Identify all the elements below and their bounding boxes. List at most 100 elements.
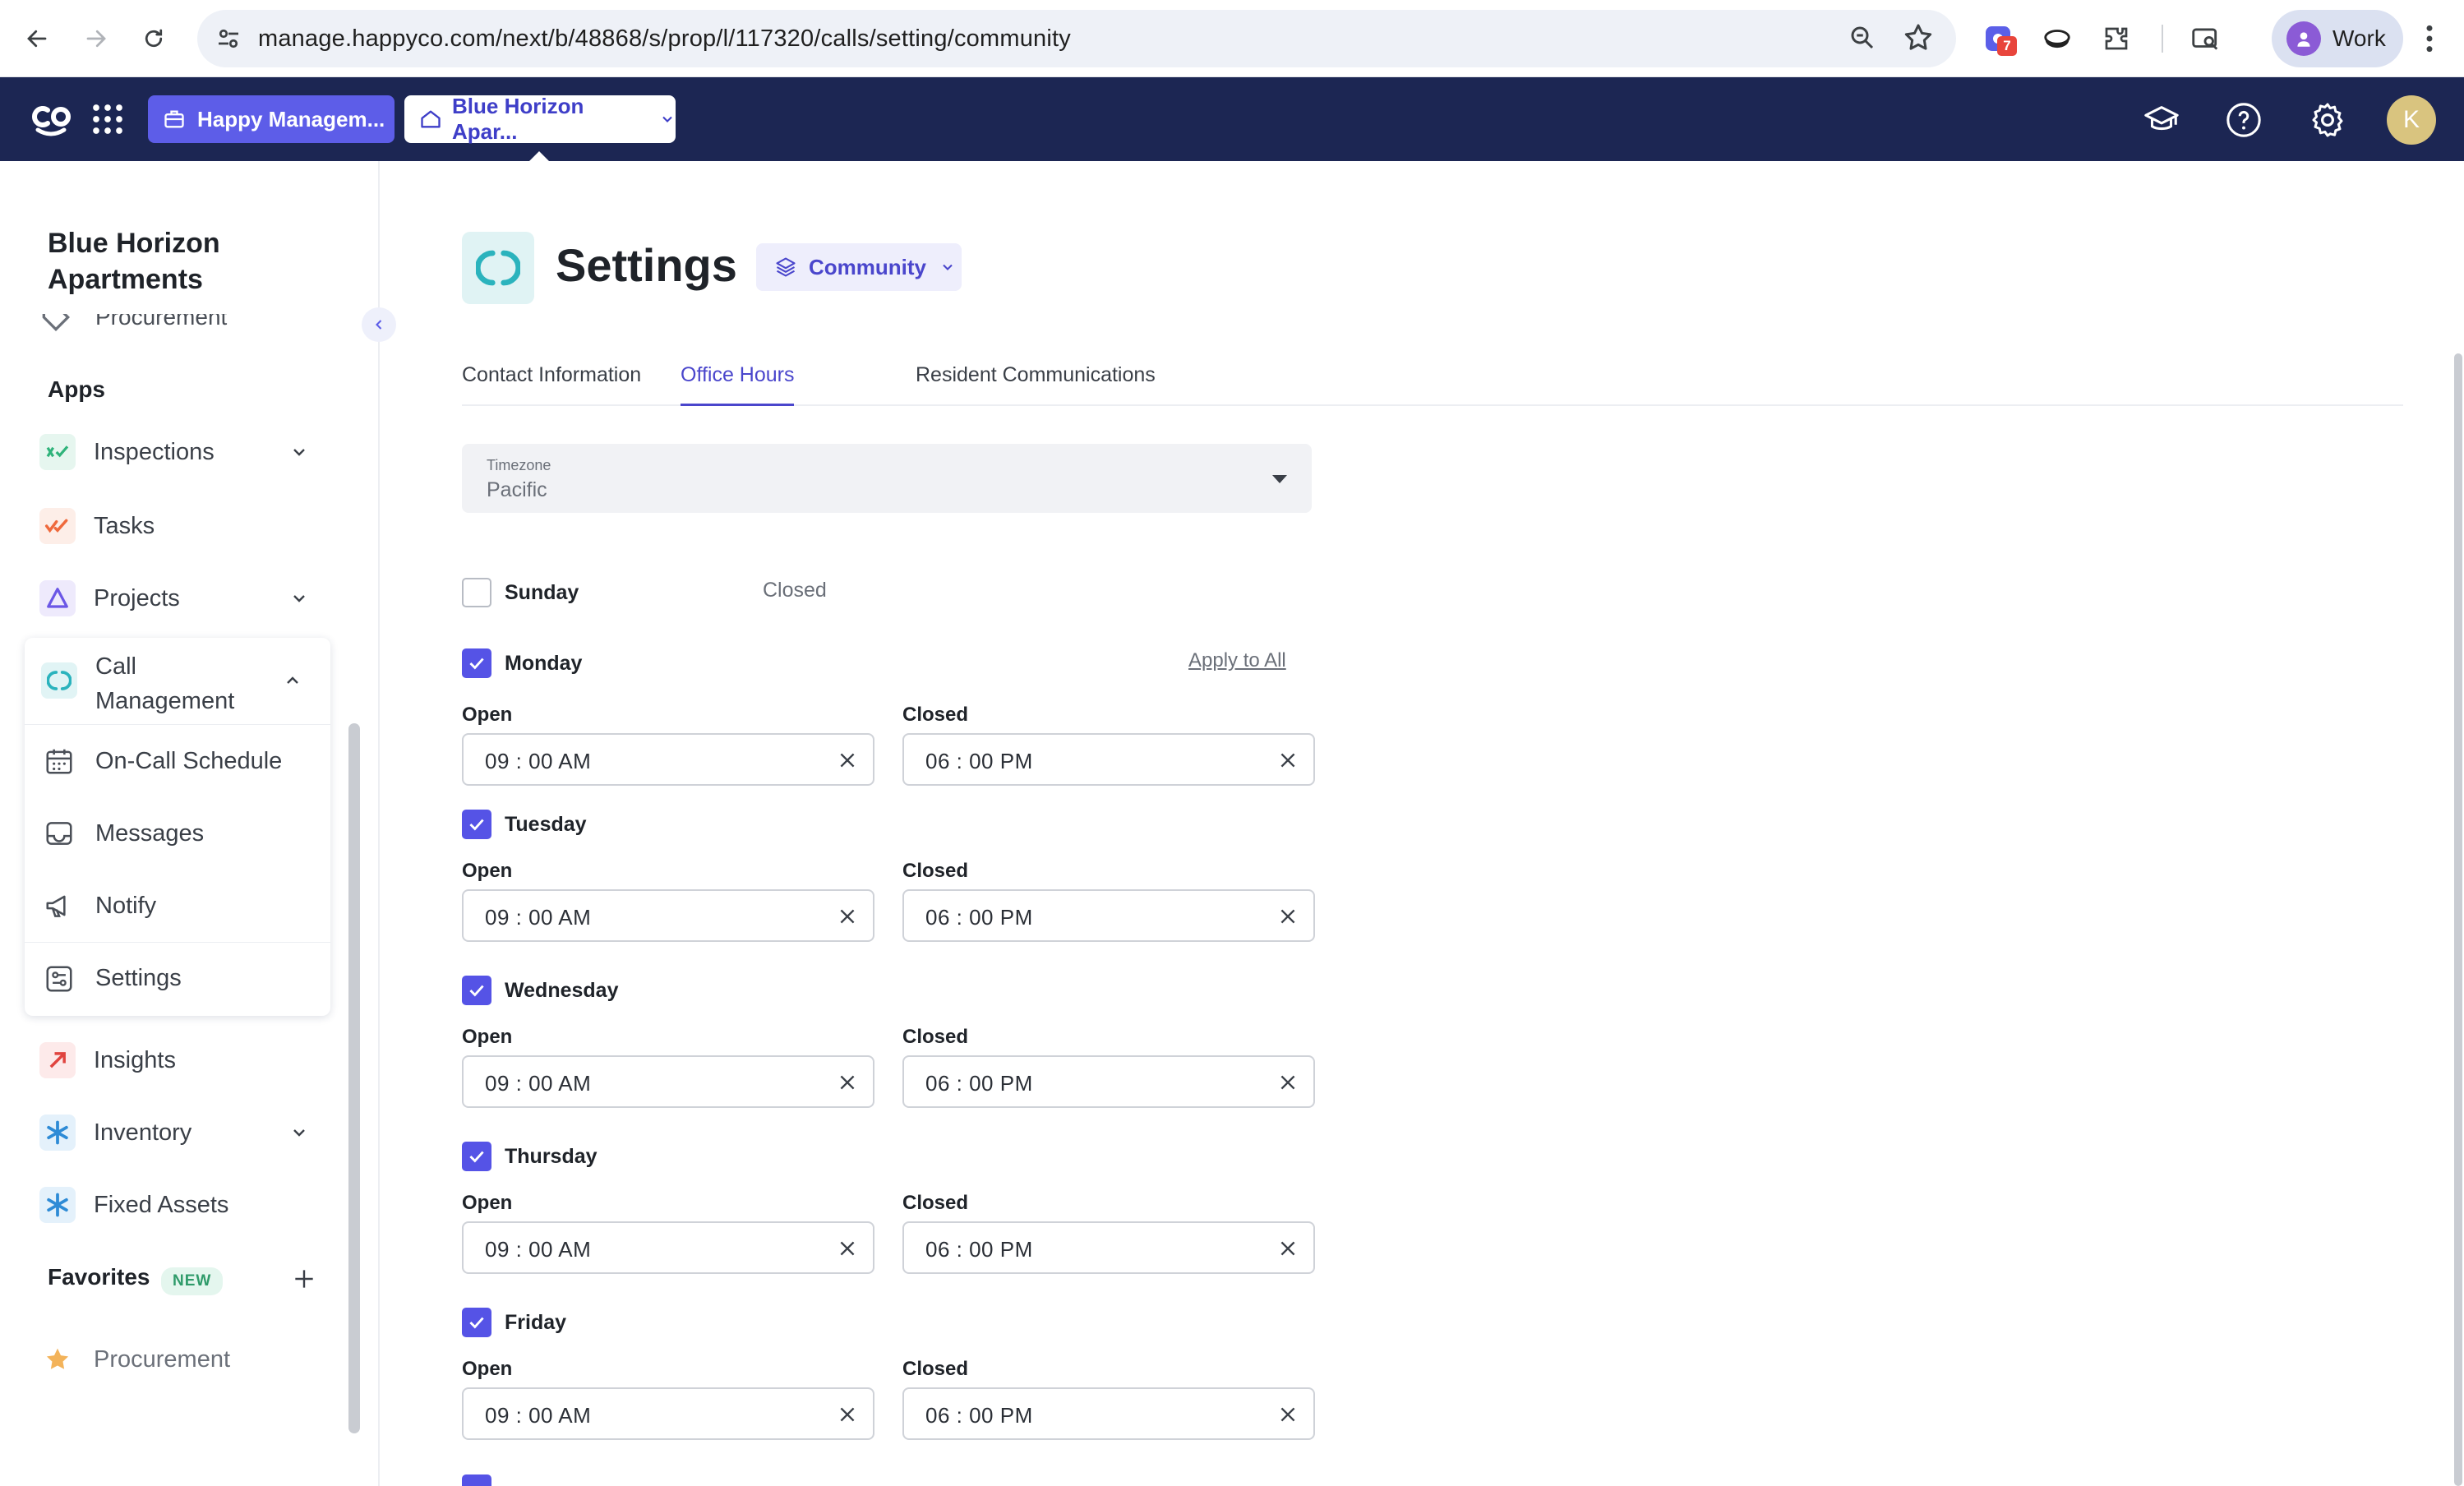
time-value[interactable]: 09 : 00 AM [485, 1403, 591, 1428]
sidebar-subitem-on-call-schedule[interactable]: On-Call Schedule [25, 725, 330, 797]
timezone-select[interactable]: Timezone Pacific [462, 444, 1312, 513]
check-icon [469, 1151, 484, 1163]
sidebar-subitem-notify[interactable]: Notify [25, 870, 330, 942]
zoom-icon[interactable] [1848, 23, 1877, 53]
thursday-close-time[interactable]: 06 : 00 PM [902, 1221, 1315, 1274]
clear-icon[interactable] [837, 906, 858, 927]
app-grid-icon[interactable] [90, 102, 125, 136]
collapse-sidebar-button[interactable] [362, 307, 396, 342]
apply-to-all-link[interactable]: Apply to All [1188, 649, 1286, 672]
tab-resident-communications[interactable]: Resident Communications [916, 363, 1156, 406]
time-value[interactable]: 09 : 00 AM [485, 1237, 591, 1262]
site-info-icon[interactable] [214, 24, 243, 53]
chevron-up-icon[interactable] [283, 671, 302, 690]
clear-icon[interactable] [1277, 1238, 1299, 1259]
extension-button-2[interactable] [2037, 18, 2078, 59]
new-badge: NEW [161, 1267, 224, 1295]
sidebar-item-inspections[interactable]: Inspections [25, 419, 337, 485]
address-bar[interactable]: manage.happyco.com/next/b/48868/s/prop/l… [197, 10, 1956, 67]
sidebar-item-call-management[interactable]: Call Management [25, 638, 330, 725]
clear-icon[interactable] [837, 1404, 858, 1425]
tab-contact-information[interactable]: Contact Information [462, 363, 641, 406]
learning-button[interactable] [2140, 99, 2183, 141]
sidebar-item-fixed-assets[interactable]: Fixed Assets [25, 1172, 337, 1238]
sidebar-item-insights[interactable]: Insights [25, 1027, 337, 1093]
check-icon [469, 985, 484, 997]
sidebar-subitem-messages[interactable]: Messages [25, 797, 330, 870]
clear-icon[interactable] [1277, 1072, 1299, 1093]
dropdown-arrow-icon [1272, 475, 1287, 483]
sidebar-item-tasks[interactable]: Tasks [25, 493, 337, 559]
sidebar-item-procurement-partial[interactable]: Procurement [38, 314, 227, 335]
clear-icon[interactable] [837, 1238, 858, 1259]
time-value[interactable]: 06 : 00 PM [925, 1403, 1033, 1428]
megaphone-icon [41, 888, 77, 924]
friday-checkbox[interactable] [462, 1308, 491, 1337]
saturday-checkbox-partial[interactable] [462, 1474, 491, 1486]
monday-open-time[interactable]: 09 : 00 AM [462, 733, 874, 786]
tab-search-icon [2192, 28, 2218, 50]
url-text[interactable]: manage.happyco.com/next/b/48868/s/prop/l… [258, 25, 1071, 53]
open-label: Open [462, 1358, 513, 1380]
tuesday-checkbox[interactable] [462, 810, 491, 839]
profile-button[interactable]: Work [2272, 10, 2403, 67]
help-icon [2226, 103, 2261, 137]
tuesday-close-time[interactable]: 06 : 00 PM [902, 889, 1315, 942]
tuesday-open-time[interactable]: 09 : 00 AM [462, 889, 874, 942]
happyco-logo-icon[interactable] [30, 99, 72, 138]
sidebar-item-inventory[interactable]: Inventory [25, 1100, 337, 1165]
time-value[interactable]: 06 : 00 PM [925, 749, 1033, 774]
time-value[interactable]: 09 : 00 AM [485, 905, 591, 930]
wednesday-close-time[interactable]: 06 : 00 PM [902, 1055, 1315, 1108]
thursday-checkbox[interactable] [462, 1142, 491, 1171]
workspace-switcher[interactable]: Happy Managem... [148, 95, 395, 143]
clear-icon[interactable] [1277, 1404, 1299, 1425]
sidebar-scroll-area[interactable]: Procurement Apps Inspections Tasks Proje… [0, 314, 362, 1432]
scope-dropdown[interactable]: Community [756, 243, 962, 291]
extensions-menu-button[interactable] [2096, 18, 2137, 59]
page-scrollbar[interactable] [2454, 353, 2462, 1486]
clear-icon[interactable] [1277, 750, 1299, 771]
sidebar-subitem-settings[interactable]: Settings [25, 942, 330, 1014]
forward-button[interactable] [76, 18, 117, 59]
clear-icon[interactable] [837, 750, 858, 771]
reload-button[interactable] [133, 18, 174, 59]
tab-search-button[interactable] [2185, 18, 2226, 59]
friday-open-time[interactable]: 09 : 00 AM [462, 1387, 874, 1440]
sidebar-favorite-procurement[interactable]: Procurement [25, 1327, 337, 1392]
insights-icon [39, 1042, 76, 1078]
time-value[interactable]: 06 : 00 PM [925, 905, 1033, 930]
more-vert-icon[interactable] [2425, 23, 2434, 54]
tab-office-hours[interactable]: Office Hours [681, 363, 795, 406]
property-switcher[interactable]: Blue Horizon Apar... [404, 94, 676, 144]
chevron-down-icon[interactable] [289, 442, 309, 462]
time-value[interactable]: 09 : 00 AM [485, 1071, 591, 1096]
clear-icon[interactable] [1277, 906, 1299, 927]
time-value[interactable]: 06 : 00 PM [925, 1237, 1033, 1262]
add-favorite-plus-icon[interactable] [291, 1266, 317, 1292]
user-avatar[interactable]: K [2387, 95, 2436, 145]
sidebar-item-projects[interactable]: Projects [25, 565, 337, 631]
chevron-down-icon[interactable] [289, 1123, 309, 1142]
extension-button[interactable]: 7 [1977, 18, 2019, 59]
inbox-icon [41, 815, 77, 851]
settings-gear-button[interactable] [2306, 99, 2349, 141]
clear-icon[interactable] [837, 1072, 858, 1093]
sunday-checkbox[interactable] [462, 578, 491, 607]
sidebar-scrollbar[interactable] [348, 723, 360, 1433]
time-value[interactable]: 09 : 00 AM [485, 749, 591, 774]
help-button[interactable] [2222, 99, 2265, 141]
sidebar-item-label: Call Management [95, 653, 235, 714]
wednesday-open-time[interactable]: 09 : 00 AM [462, 1055, 874, 1108]
back-button[interactable] [16, 18, 58, 59]
monday-close-time[interactable]: 06 : 00 PM [902, 733, 1315, 786]
wednesday-checkbox[interactable] [462, 976, 491, 1005]
tasks-icon [39, 508, 76, 544]
monday-checkbox[interactable] [462, 648, 491, 678]
bookmark-star-icon[interactable] [1902, 21, 1935, 54]
friday-close-time[interactable]: 06 : 00 PM [902, 1387, 1315, 1440]
time-value[interactable]: 06 : 00 PM [925, 1071, 1033, 1096]
open-label: Open [462, 704, 513, 726]
thursday-open-time[interactable]: 09 : 00 AM [462, 1221, 874, 1274]
chevron-down-icon[interactable] [289, 588, 309, 608]
